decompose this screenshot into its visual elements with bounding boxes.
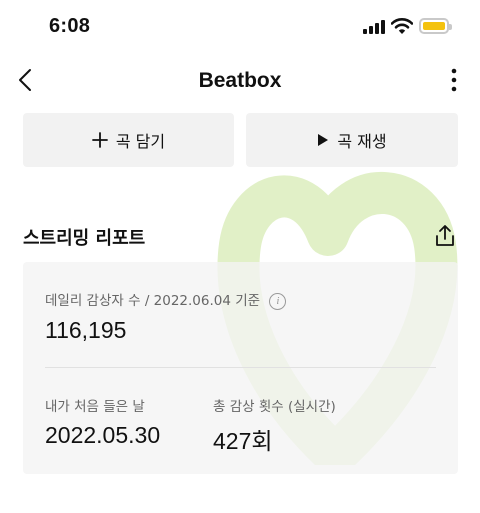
wifi-icon (391, 18, 413, 34)
streaming-report-card: 데일리 감상자 수 / 2022.06.04 기준 i 116,195 내가 처… (23, 262, 458, 474)
share-icon[interactable] (433, 224, 457, 248)
divider (45, 367, 436, 368)
add-to-playlist-label: 곡 담기 (115, 132, 166, 151)
daily-listeners-label-row: 데일리 감상자 수 / 2022.06.04 기준 i (45, 289, 287, 310)
page-title: Beatbox (198, 69, 282, 92)
play-icon (318, 134, 329, 146)
daily-listeners-value: 116,195 (45, 317, 127, 343)
first-listen-value: 2022.05.30 (45, 422, 161, 448)
more-vertical-icon[interactable] (444, 67, 464, 93)
add-to-playlist-button[interactable]: 곡 담기 (23, 113, 234, 167)
total-plays-value: 427회 (213, 428, 273, 454)
info-icon[interactable]: i (269, 292, 287, 310)
first-listen-label: 내가 처음 들은 날 (45, 399, 145, 415)
play-songs-label: 곡 재생 (337, 132, 387, 151)
plus-icon (91, 132, 108, 148)
battery-icon (419, 18, 452, 34)
total-plays-label: 총 감상 횟수 (실시간) (213, 399, 336, 415)
status-time: 6:08 (49, 15, 91, 37)
section-title: 스트리밍 리포트 (23, 228, 146, 249)
signal-icon (363, 20, 385, 34)
status-bar: 6:08 (0, 0, 480, 52)
play-songs-button[interactable]: 곡 재생 (246, 113, 458, 167)
top-nav: Beatbox (0, 55, 480, 105)
daily-listeners-label: 데일리 감상자 수 / 2022.06.04 기준 (45, 293, 261, 309)
